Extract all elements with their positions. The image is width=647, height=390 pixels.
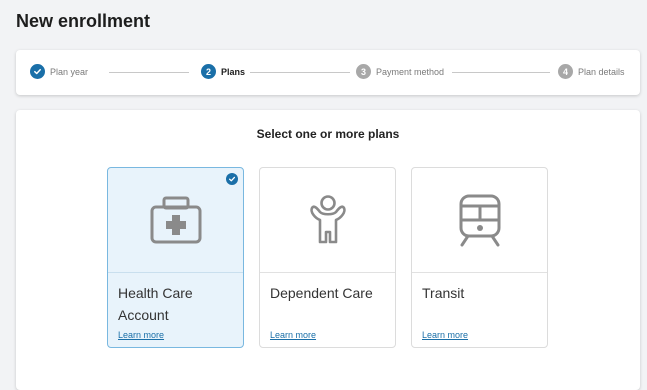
- child-icon: [309, 195, 346, 244]
- step-connector: [452, 72, 550, 73]
- step-label: Plan details: [578, 66, 625, 77]
- step-complete-check-icon: [30, 64, 45, 79]
- plan-name: Transit: [422, 285, 465, 301]
- plan-card-divider: [108, 272, 243, 273]
- learn-more-link[interactable]: Learn more: [270, 330, 316, 340]
- section-heading: Select one or more plans: [256, 127, 400, 141]
- step-label: Plan year: [50, 66, 89, 77]
- step-number: 3: [356, 64, 371, 79]
- plan-card-transit[interactable]: Transit Learn more: [411, 167, 548, 348]
- step-number: 2: [201, 64, 216, 79]
- plan-card-health-care-account[interactable]: Health Care Account Learn more: [107, 167, 244, 348]
- step-plans[interactable]: 2 Plans: [201, 64, 245, 79]
- plan-card-dependent-care[interactable]: Dependent Care Learn more: [259, 167, 396, 348]
- page-title: New enrollment: [16, 11, 151, 31]
- medical-kit-icon: [150, 196, 201, 244]
- step-connector: [109, 72, 189, 73]
- step-label: Payment method: [376, 66, 445, 77]
- step-plan-details[interactable]: 4 Plan details: [558, 64, 625, 79]
- learn-more-link[interactable]: Learn more: [422, 330, 468, 340]
- step-connector: [250, 72, 350, 73]
- step-number: 4: [558, 64, 573, 79]
- step-plan-year[interactable]: Plan year: [30, 64, 88, 79]
- enrollment-stepper: Plan year 2 Plans 3 Payment method 4 Pla…: [16, 50, 640, 95]
- learn-more-link[interactable]: Learn more: [118, 330, 164, 340]
- plan-card-divider: [260, 272, 395, 273]
- plan-name: Health Care Account: [118, 285, 193, 323]
- step-label: Plans: [221, 66, 246, 77]
- train-icon: [459, 194, 500, 247]
- plan-name: Dependent Care: [270, 285, 373, 301]
- plan-selection-card: Select one or more plans Health Care Acc…: [16, 110, 640, 390]
- plan-card-divider: [412, 272, 547, 273]
- step-payment-method[interactable]: 3 Payment method: [356, 64, 444, 79]
